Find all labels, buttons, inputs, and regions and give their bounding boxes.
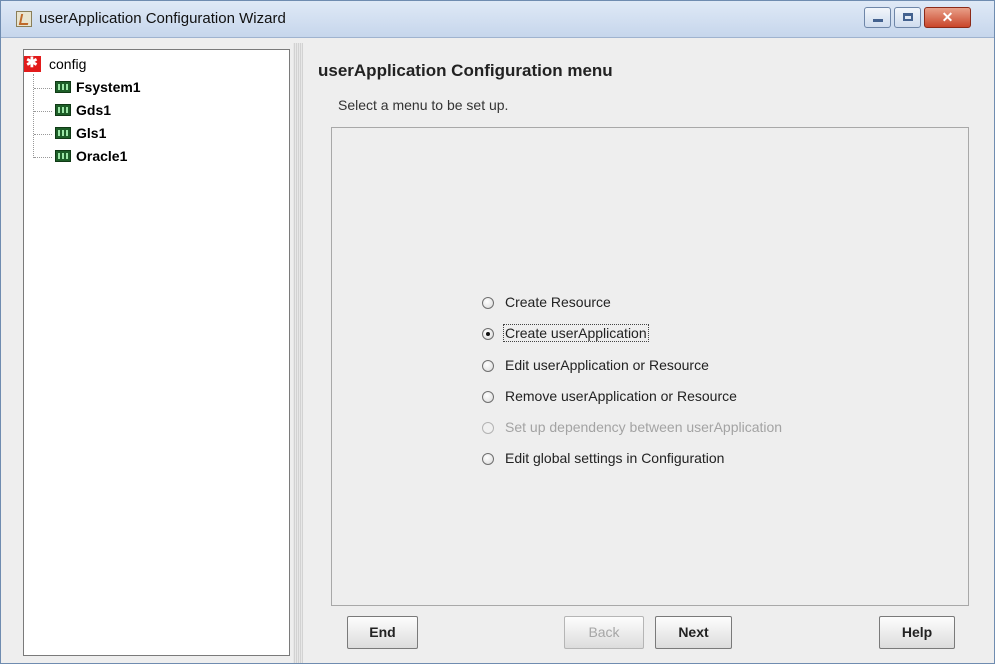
close-button[interactable]: ✕ xyxy=(924,7,971,28)
tree-branch-line xyxy=(34,157,52,158)
config-root-icon xyxy=(24,54,41,72)
minimize-icon xyxy=(873,19,883,22)
tree-branch-line xyxy=(34,111,52,112)
resource-icon xyxy=(55,150,71,162)
page-title: userApplication Configuration menu xyxy=(318,61,613,80)
radio-button-disabled xyxy=(482,422,494,434)
maximize-icon xyxy=(903,13,913,21)
tree-item-label: Gls1 xyxy=(76,125,107,141)
next-button[interactable]: Next xyxy=(655,616,732,649)
tree-item-label: Fsystem1 xyxy=(76,79,141,95)
java-app-icon xyxy=(16,11,32,27)
option-label: Create userApplication xyxy=(503,324,649,342)
radio-button[interactable] xyxy=(482,360,494,372)
resource-icon xyxy=(55,81,71,93)
resource-icon xyxy=(55,104,71,116)
title-bar[interactable]: userApplication Configuration Wizard ✕ xyxy=(1,1,994,38)
minimize-button[interactable] xyxy=(864,7,891,28)
option-label: Remove userApplication or Resource xyxy=(505,388,737,404)
close-icon: ✕ xyxy=(941,9,954,25)
option-label: Set up dependency between userApplicatio… xyxy=(505,419,783,435)
radio-button-selected[interactable] xyxy=(482,328,494,340)
resource-icon xyxy=(55,127,71,139)
page-instruction: Select a menu to be set up. xyxy=(338,97,509,113)
tree-connector-line xyxy=(33,74,34,158)
tree-root-label: config xyxy=(49,56,87,72)
split-pane-divider[interactable] xyxy=(293,43,303,663)
tree-item-label: Gds1 xyxy=(76,102,112,118)
window-title: userApplication Configuration Wizard xyxy=(39,10,286,27)
option-label: Edit userApplication or Resource xyxy=(505,357,709,373)
tree-item-label: Oracle1 xyxy=(76,148,128,164)
radio-button[interactable] xyxy=(482,453,494,465)
menu-options-panel: Create Resource Create userApplication E… xyxy=(331,127,969,606)
option-label: Create Resource xyxy=(505,294,611,310)
maximize-button[interactable] xyxy=(894,7,921,28)
help-button[interactable]: Help xyxy=(879,616,955,649)
wizard-window: userApplication Configuration Wizard ✕ c… xyxy=(0,0,995,664)
tree-branch-line xyxy=(34,134,52,135)
end-button[interactable]: End xyxy=(347,616,418,649)
option-label: Edit global settings in Configuration xyxy=(505,450,725,466)
tree-branch-line xyxy=(34,88,52,89)
radio-button[interactable] xyxy=(482,297,494,309)
configuration-tree[interactable]: config Fsystem1 Gds1 Gls1 Oracle1 xyxy=(23,49,290,656)
radio-button[interactable] xyxy=(482,391,494,403)
back-button: Back xyxy=(564,616,644,649)
